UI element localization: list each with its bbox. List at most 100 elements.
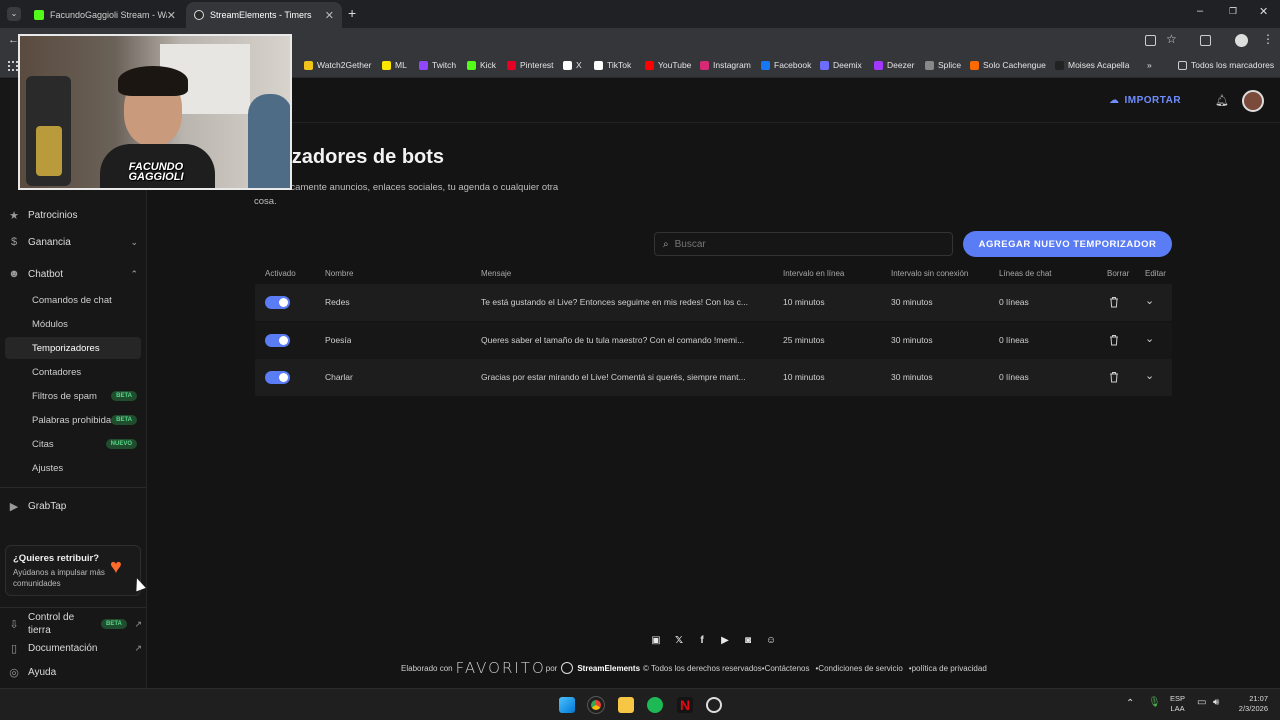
netflix-icon[interactable]: N: [677, 697, 693, 713]
new-tab-button[interactable]: +: [348, 5, 356, 21]
tab-streamelements[interactable]: StreamElements - Timers ✕: [186, 2, 342, 28]
chevron-down-icon[interactable]: ⌄: [1145, 294, 1154, 307]
import-button[interactable]: ☁ IMPORTAR: [1109, 95, 1181, 106]
bookmark-deemix[interactable]: Deemix: [820, 60, 862, 70]
sidebar-item-patrocinios[interactable]: ★ Patrocinios: [8, 209, 77, 222]
spotify-icon[interactable]: [647, 697, 663, 713]
discord-icon[interactable]: ☺: [765, 634, 777, 646]
sidebar-item-módulos[interactable]: Módulos: [5, 313, 141, 335]
bell-icon[interactable]: 🔔︎: [1215, 94, 1229, 107]
sidebar-item-contadores[interactable]: Contadores: [5, 361, 141, 383]
bookmark-watch2gether[interactable]: Watch2Gether: [304, 60, 372, 70]
trash-icon[interactable]: [1109, 296, 1119, 308]
facebook-icon[interactable]: f: [696, 634, 708, 646]
tab-title: StreamElements - Timers: [210, 10, 312, 20]
enabled-toggle[interactable]: [265, 371, 290, 384]
chevron-down-icon[interactable]: ⌄: [1145, 332, 1154, 345]
tab-search-button[interactable]: ⌄: [7, 7, 21, 21]
bookmark-youtube[interactable]: YouTube: [645, 60, 691, 70]
microphone-icon[interactable]: 🎙︎: [1148, 697, 1161, 708]
top-bar: ☁ IMPORTAR 🔔︎: [147, 79, 1280, 123]
sidebar-item-documentacion[interactable]: ▯ Documentación ↗: [8, 642, 142, 655]
support-promo-card[interactable]: ¿Quieres retribuir? Ayúdanos a impulsar …: [5, 545, 141, 596]
network-icon[interactable]: ▭: [1197, 697, 1206, 708]
volume-icon[interactable]: 🔊︎: [1213, 697, 1219, 708]
bookmark-moises-acapella[interactable]: Moises Acapella: [1055, 60, 1129, 70]
sidebar-item-label: Temporizadores: [32, 342, 100, 354]
bookmark-x[interactable]: X: [563, 60, 582, 70]
clock[interactable]: 21:07 2/3/2026: [1232, 694, 1268, 714]
bookmark-twitch[interactable]: Twitch: [419, 60, 456, 70]
bookmark-tiktok[interactable]: TikTok: [594, 60, 631, 70]
bookmark-instagram[interactable]: Instagram: [700, 60, 751, 70]
close-icon[interactable]: ✕: [167, 9, 176, 22]
bookmark-pinterest[interactable]: Pinterest: [507, 60, 554, 70]
cell-offline: 30 minutos: [891, 297, 933, 307]
chevron-down-icon[interactable]: ⌄: [1145, 369, 1154, 382]
bookmark-star-icon[interactable]: ☆: [1166, 32, 1177, 46]
menu-icon[interactable]: ⋮: [1262, 32, 1274, 46]
language-indicator[interactable]: ESP LAA: [1170, 694, 1185, 714]
sidebar-item-label: Comandos de chat: [32, 294, 112, 306]
user-avatar[interactable]: [1242, 90, 1264, 112]
add-timer-button[interactable]: AGREGAR NUEVO TEMPORIZADOR: [963, 231, 1172, 257]
sidebar-item-comandos-de-chat[interactable]: Comandos de chat: [5, 289, 141, 311]
maximize-button[interactable]: ❐: [1229, 6, 1237, 17]
close-window-button[interactable]: ✕: [1259, 5, 1268, 18]
bookmark-splice[interactable]: Splice: [925, 60, 961, 70]
bookmark-facebook[interactable]: Facebook: [761, 60, 811, 70]
sidebar-item-control-de-tierra[interactable]: ⇩ Control de tierra BETA ↗: [8, 611, 142, 637]
sidebar-item-chatbot[interactable]: ☻ Chatbot ⌃: [8, 268, 138, 280]
trash-icon[interactable]: [1109, 334, 1119, 346]
translate-icon[interactable]: [1145, 35, 1156, 46]
x-icon[interactable]: 𝕏: [673, 634, 685, 646]
facebook-icon: [761, 60, 770, 70]
sidebar-item-filtros-de-spam[interactable]: Filtros de spam BETA: [5, 385, 141, 407]
footer: Elaborado con FAVORITO por StreamElement…: [401, 659, 987, 677]
column-header: Líneas de chat: [999, 269, 1052, 278]
sidebar-item-ayuda[interactable]: ◎ Ayuda: [8, 666, 56, 679]
sidebar-item-ganancia[interactable]: $ Ganancia ⌄: [8, 236, 138, 248]
extensions-icon[interactable]: [1200, 35, 1211, 46]
footer-terms-link[interactable]: Condiciones de servicio: [818, 664, 903, 673]
search-input[interactable]: [674, 238, 935, 250]
bookmark-deezer[interactable]: Deezer: [874, 60, 914, 70]
profile-avatar[interactable]: [1235, 34, 1248, 47]
footer-contact-link[interactable]: Contáctenos: [765, 664, 810, 673]
cell-online: 25 minutos: [783, 334, 825, 345]
sidebar-item-grabtap[interactable]: ▶ GrabTap: [8, 500, 67, 513]
all-bookmarks-folder[interactable]: Todos los marcadores: [1178, 60, 1274, 70]
file-explorer-icon[interactable]: [618, 697, 634, 713]
footer-privacy-link[interactable]: política de privacidad: [912, 664, 987, 673]
beta-badge: BETA: [101, 619, 127, 629]
more-bookmarks-chevron[interactable]: »: [1147, 60, 1152, 70]
sidebar-item-citas[interactable]: Citas NUEVO: [5, 433, 141, 455]
apps-grid-icon[interactable]: [8, 61, 18, 71]
windows-start-icon[interactable]: [559, 697, 575, 713]
sidebar-item-label: Ajustes: [32, 462, 64, 474]
chrome-icon[interactable]: [587, 696, 605, 714]
trash-icon[interactable]: [1109, 371, 1119, 383]
sidebar-item-label: Contadores: [32, 366, 82, 378]
search-field[interactable]: ⌕: [654, 232, 953, 256]
sidebar-item-ajustes[interactable]: Ajustes: [5, 457, 141, 479]
enabled-toggle[interactable]: [265, 333, 290, 347]
bookmark-kick[interactable]: Kick: [467, 60, 496, 70]
tray-chevron-icon[interactable]: ⌃: [1126, 698, 1134, 709]
enabled-toggle[interactable]: [265, 296, 290, 309]
cell-lines: 0 líneas: [999, 297, 1029, 307]
sidebar-item-palabras-prohibidas[interactable]: Palabras prohibidas BETA: [5, 409, 141, 431]
minimize-button[interactable]: –: [1197, 5, 1203, 17]
instagram-icon[interactable]: ◙: [742, 634, 754, 646]
sidebar-item-temporizadores[interactable]: Temporizadores: [5, 337, 141, 359]
twitch-icon[interactable]: ▣: [650, 634, 662, 646]
bookmark-solo-cachengue[interactable]: Solo Cachengue: [970, 60, 1046, 70]
bookmark-label: Instagram: [713, 60, 751, 70]
youtube-icon[interactable]: ▶: [719, 634, 731, 646]
close-icon[interactable]: ✕: [325, 9, 334, 22]
webcam-second-person: [248, 94, 290, 188]
bookmark-ml[interactable]: ML: [382, 60, 407, 70]
obs-icon[interactable]: [706, 697, 722, 713]
cell-message: Te está gustando el Live? Entonces segui…: [481, 297, 748, 307]
tab-facundo-stream[interactable]: FacundoGaggioli Stream - Watc ✕: [26, 2, 184, 28]
